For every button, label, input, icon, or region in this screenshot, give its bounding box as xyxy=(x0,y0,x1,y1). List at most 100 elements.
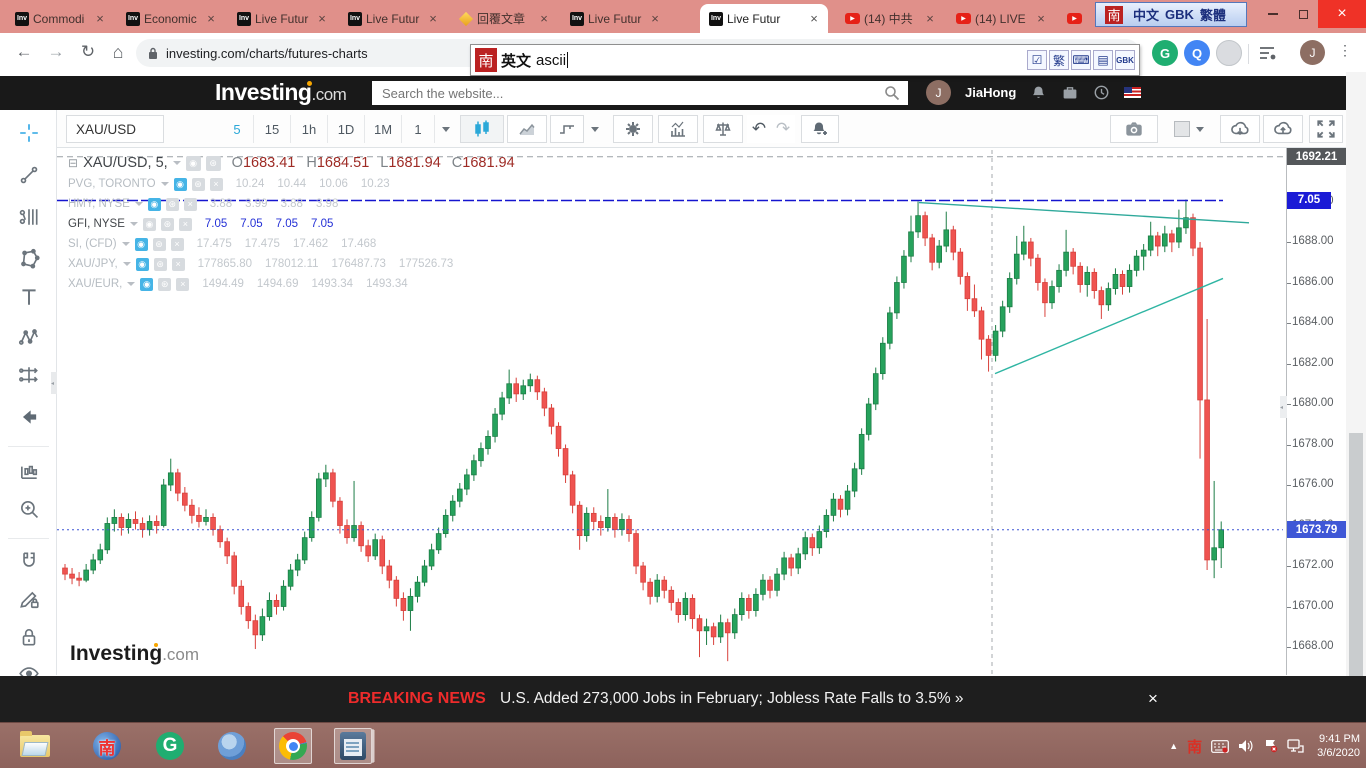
tool-pencillock-icon[interactable] xyxy=(14,584,44,614)
legend-eye-icon[interactable]: ◉ xyxy=(173,177,187,191)
legend-symbol-label[interactable]: XAU/JPY, xyxy=(68,258,118,270)
legend-eye-icon[interactable]: ◉ xyxy=(147,197,161,211)
ime-tool-icon[interactable]: ⌨ xyxy=(1071,50,1091,70)
recent-clock-icon[interactable] xyxy=(1093,84,1110,101)
interval-button-5[interactable]: 5 xyxy=(221,115,254,143)
browser-tab[interactable]: ▶ (14) LIVE × xyxy=(947,4,1055,33)
interval-dropdown-icon[interactable] xyxy=(435,115,457,143)
ime-tool-icon[interactable]: ▤ xyxy=(1093,50,1113,70)
legend-caret-icon[interactable] xyxy=(160,182,169,186)
site-search-input[interactable] xyxy=(372,81,908,105)
settings-gear-icon[interactable] xyxy=(613,115,653,143)
taskbar-chromium-icon[interactable] xyxy=(213,728,251,764)
browser-tab[interactable]: Inv Live Futur × xyxy=(339,4,447,33)
tab-close-icon[interactable]: × xyxy=(1033,11,1049,27)
legend-gear-icon[interactable]: ⊛ xyxy=(205,155,221,171)
ime-lang-label[interactable]: 中文 xyxy=(1133,5,1159,24)
add-alert-icon[interactable] xyxy=(801,115,839,143)
legend-gear-icon[interactable]: ⊛ xyxy=(160,217,174,231)
browser-tab-active[interactable]: Inv Live Futur × xyxy=(700,4,828,33)
snapshot-camera-icon[interactable] xyxy=(1110,115,1158,143)
disabled-extension-icon[interactable] xyxy=(1216,40,1242,66)
browser-tab[interactable]: Inv Live Futur × xyxy=(561,4,669,33)
legend-caret-icon[interactable] xyxy=(134,202,143,206)
scrollbar-thumb[interactable] xyxy=(1349,433,1363,676)
ime-status-bar[interactable]: 南 中文 GBK 繁體 xyxy=(1095,2,1247,27)
tray-keyboard-icon[interactable] xyxy=(1211,739,1230,753)
tray-network-icon[interactable] xyxy=(1287,739,1304,753)
compare-scales-icon[interactable] xyxy=(703,115,743,143)
legend-x-icon[interactable]: × xyxy=(209,177,223,191)
tool-magnet-icon[interactable] xyxy=(14,546,44,576)
taskbar-grammarly-icon[interactable]: G xyxy=(151,728,189,764)
interval-button-1[interactable]: 1 xyxy=(402,115,435,143)
grammarly-extension-icon[interactable]: G xyxy=(1152,40,1178,66)
legend-symbol-label[interactable]: HMY, NYSE xyxy=(68,198,130,210)
browser-tab[interactable]: 回覆文章 × xyxy=(450,4,558,33)
tool-polygon-icon[interactable] xyxy=(14,244,44,274)
browser-menu-icon[interactable]: ⋮ xyxy=(1338,42,1352,59)
tool-fib-icon[interactable] xyxy=(14,202,44,232)
window-minimize-button[interactable] xyxy=(1258,0,1288,28)
news-close-icon[interactable]: × xyxy=(1142,689,1164,709)
taskbar-openoffice-icon[interactable] xyxy=(334,728,372,764)
user-avatar[interactable]: J xyxy=(926,80,951,105)
ime-tool-icon[interactable]: ☑ xyxy=(1027,50,1047,70)
indicators-icon[interactable] xyxy=(658,115,698,143)
layout-select-icon[interactable] xyxy=(1167,115,1211,143)
tab-list-icon[interactable] xyxy=(1256,42,1278,64)
browser-tab[interactable]: Inv Economic × xyxy=(117,4,225,33)
legend-symbol-label[interactable]: PVG, TORONTO xyxy=(68,178,156,190)
tool-trendline-icon[interactable] xyxy=(14,160,44,190)
home-button[interactable]: ⌂ xyxy=(104,38,132,66)
tool-backarrow-icon[interactable] xyxy=(14,402,44,432)
taskbar-chrome-icon[interactable] xyxy=(274,728,312,764)
tab-close-icon[interactable]: × xyxy=(922,11,938,27)
legend-symbol-label[interactable]: XAU/EUR, xyxy=(68,278,122,290)
compare-dropdown-icon[interactable] xyxy=(584,115,606,143)
tab-close-icon[interactable]: × xyxy=(314,11,330,27)
search-icon[interactable] xyxy=(884,85,900,101)
legend-eye-icon[interactable]: ◉ xyxy=(135,257,149,271)
username-label[interactable]: JiaHong xyxy=(965,85,1016,100)
notifications-bell-icon[interactable] xyxy=(1030,84,1047,102)
candlestick-chart-icon[interactable] xyxy=(460,115,504,143)
news-headline[interactable]: U.S. Added 273,000 Jobs in February; Job… xyxy=(500,690,964,708)
tab-close-icon[interactable]: × xyxy=(425,11,441,27)
legend-eye-icon[interactable]: ◉ xyxy=(140,277,154,291)
area-chart-icon[interactable] xyxy=(507,115,547,143)
ime-charset-label[interactable]: 繁體 xyxy=(1200,5,1226,24)
compare-symbol-icon[interactable] xyxy=(550,115,584,143)
browser-tab[interactable]: Inv Live Futur × xyxy=(228,4,336,33)
tab-close-icon[interactable]: × xyxy=(203,11,219,27)
legend-collapse-icon[interactable]: ⊟ xyxy=(68,156,78,170)
tray-expand-icon[interactable]: ▲ xyxy=(1169,741,1178,751)
legend-eye-icon[interactable]: ◉ xyxy=(142,217,156,231)
taskbar-explorer-icon[interactable] xyxy=(16,728,54,764)
interval-button-15[interactable]: 15 xyxy=(254,115,291,143)
tray-volume-icon[interactable] xyxy=(1238,739,1255,753)
interval-button-1M[interactable]: 1M xyxy=(365,115,402,143)
legend-gear-icon[interactable]: ⊛ xyxy=(165,197,179,211)
tool-zoomin-icon[interactable] xyxy=(14,494,44,524)
legend-eye-icon[interactable]: ◉ xyxy=(134,237,148,251)
legend-gear-icon[interactable]: ⊛ xyxy=(158,277,172,291)
legend-caret-icon[interactable] xyxy=(127,282,136,286)
tab-close-icon[interactable]: × xyxy=(92,11,108,27)
redo-icon[interactable]: ↷ xyxy=(771,115,795,143)
legend-x-icon[interactable]: × xyxy=(178,217,192,231)
legend-eye-icon[interactable]: ◉ xyxy=(185,155,201,171)
legend-caret-icon[interactable] xyxy=(129,222,138,226)
legend-symbol-label[interactable]: SI, (CFD) xyxy=(68,238,117,250)
forward-button[interactable]: → xyxy=(42,38,70,66)
us-flag-icon[interactable] xyxy=(1124,87,1142,98)
window-restore-button[interactable] xyxy=(1288,0,1318,28)
browser-tab[interactable]: ▶ (14) 中共 × xyxy=(836,4,944,33)
taskbar-south-ime-icon[interactable]: 南 xyxy=(88,728,126,764)
browser-profile-avatar[interactable]: J xyxy=(1300,40,1325,65)
legend-caret-icon[interactable] xyxy=(172,161,181,165)
undo-icon[interactable]: ↶ xyxy=(747,115,771,143)
tool-barpattern-icon[interactable] xyxy=(14,456,44,486)
tool-forecast-icon[interactable] xyxy=(14,360,44,390)
tool-xabcd-icon[interactable] xyxy=(14,322,44,352)
